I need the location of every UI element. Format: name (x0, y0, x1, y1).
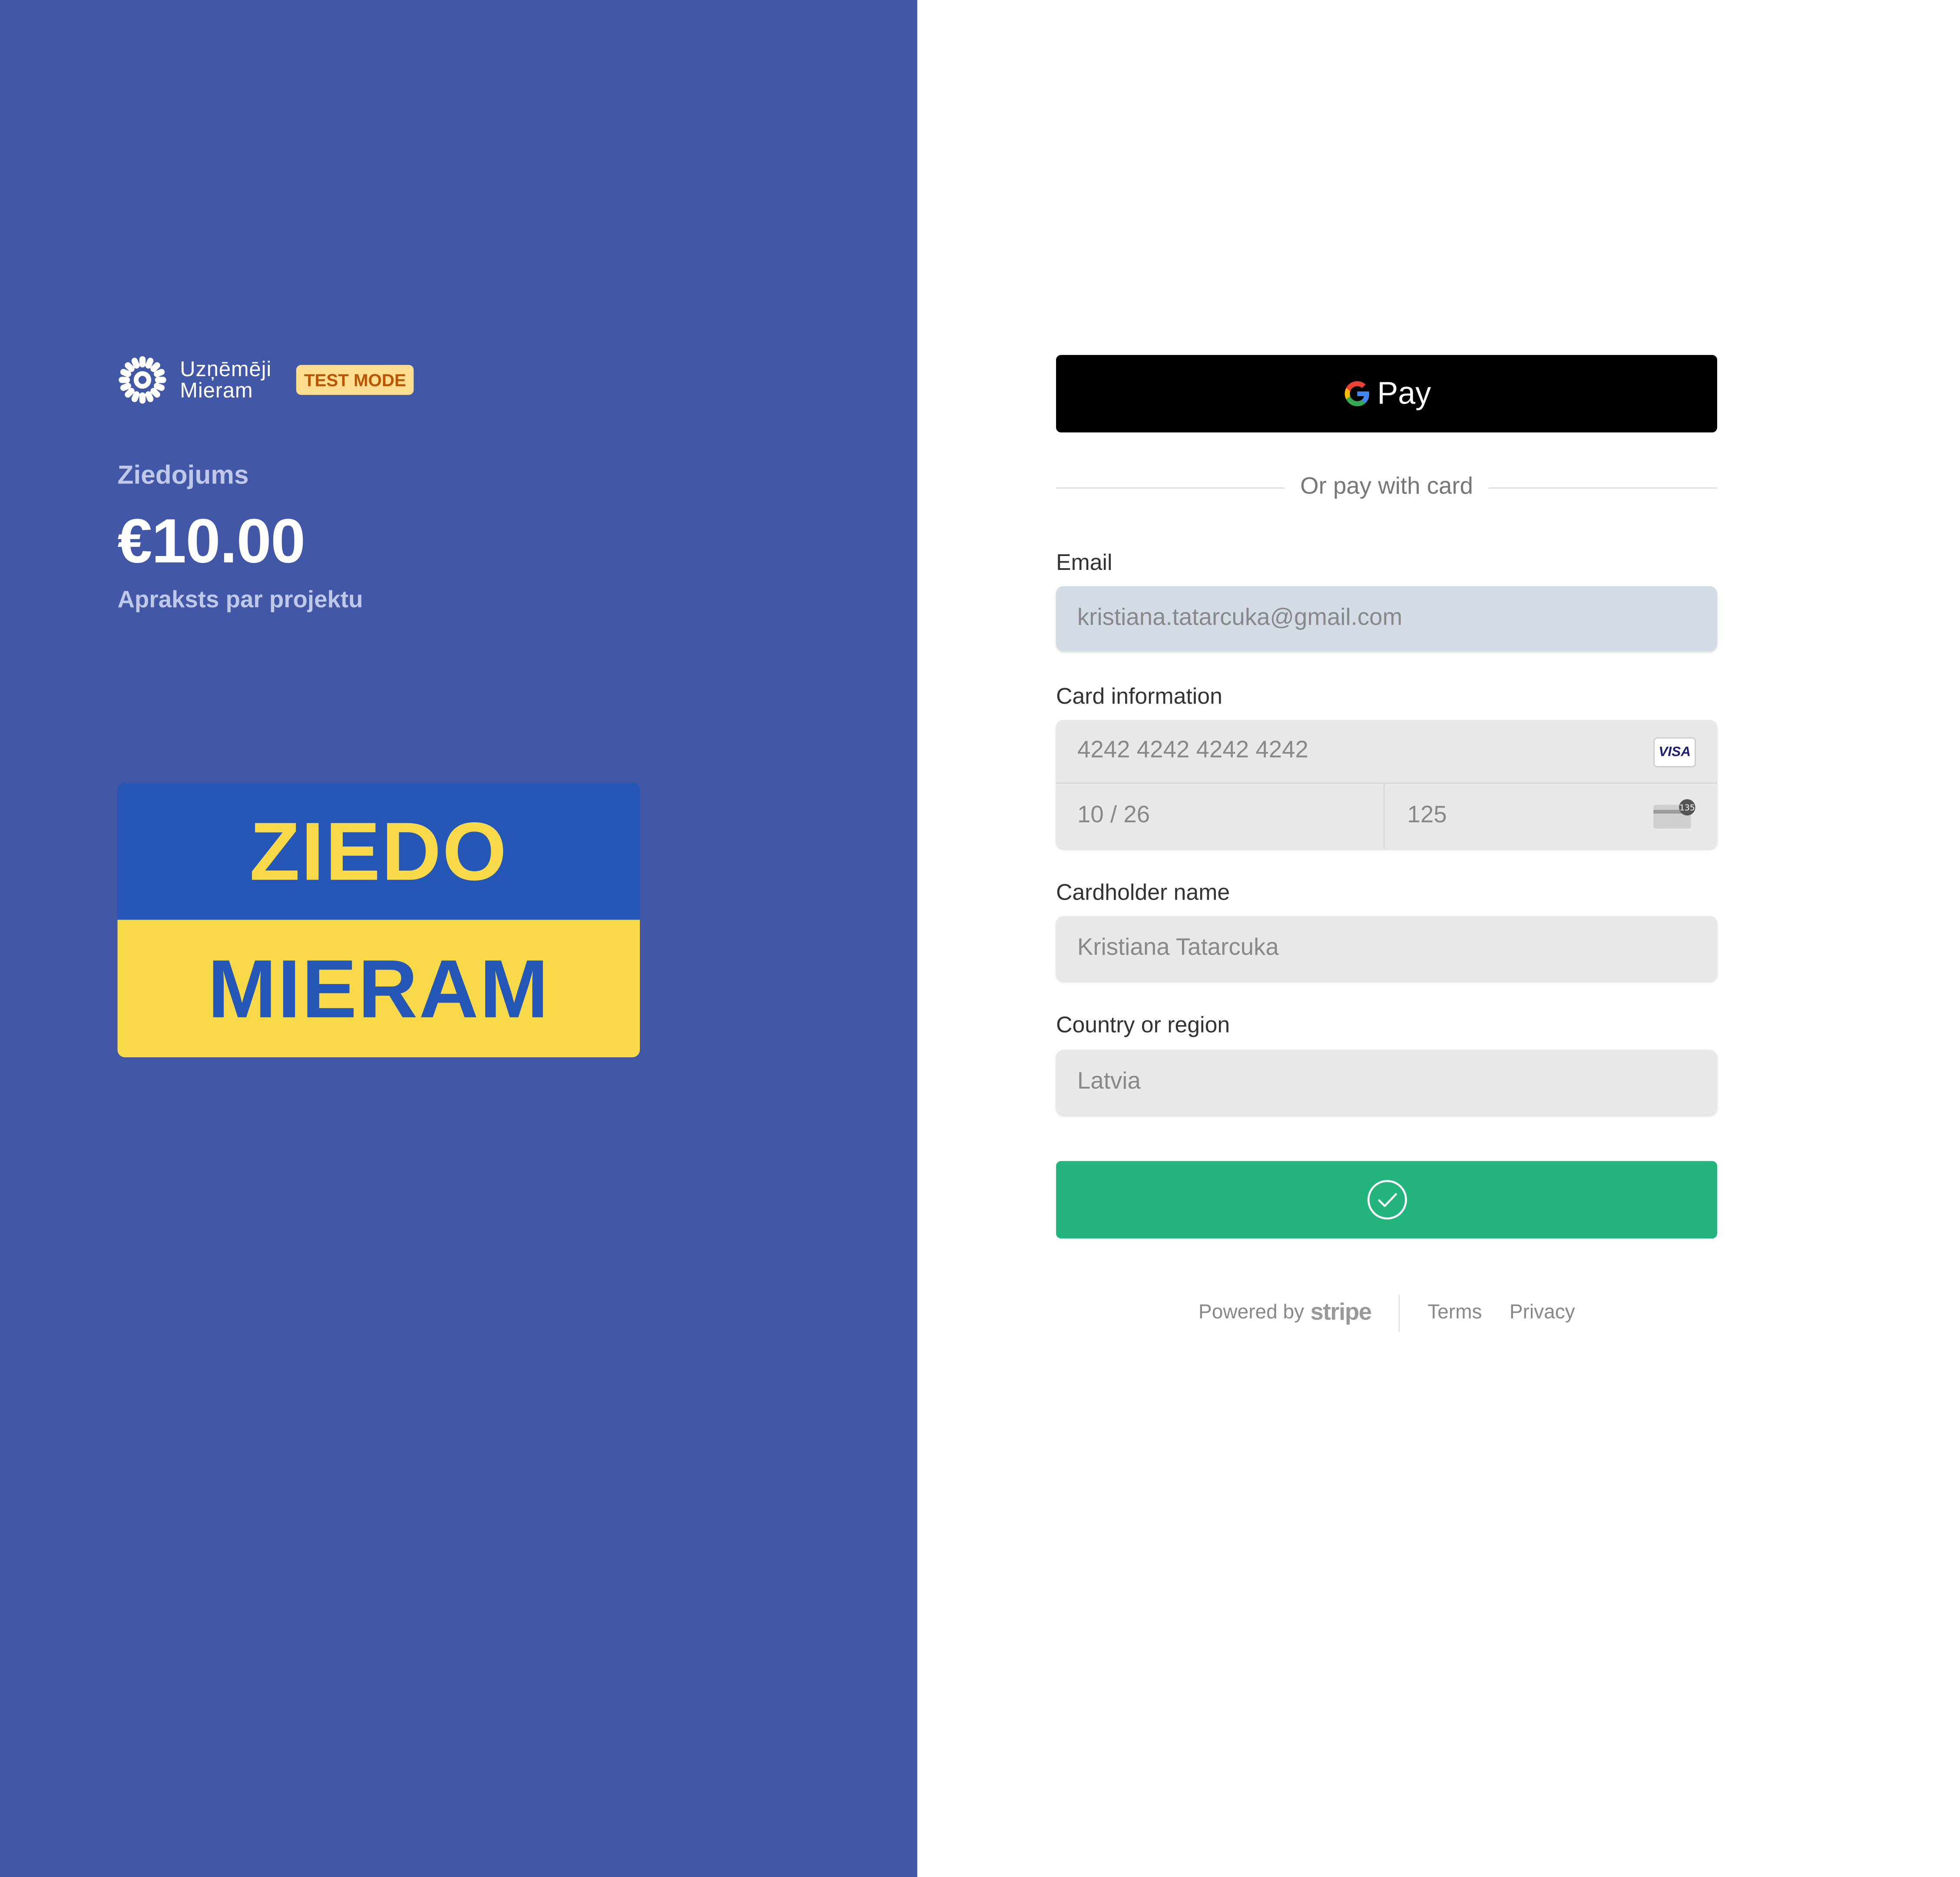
country-value: Latvia (1077, 1068, 1141, 1095)
product-image: ZIEDO MIERAM (117, 782, 640, 1057)
cardholder-name-field[interactable]: Kristiana Tatarcuka (1056, 916, 1717, 981)
card-information-label: Card information (1056, 683, 1222, 709)
cvc-icon-text: 135 (1679, 803, 1695, 812)
sun-flower-logo-icon (119, 356, 166, 404)
pay-with-card-divider: Or pay with card (1056, 473, 1718, 503)
google-pay-label: Pay (1377, 375, 1431, 411)
divider-line-right (1488, 487, 1718, 488)
terms-link[interactable]: Terms (1427, 1302, 1482, 1325)
visa-icon: VISA (1653, 737, 1696, 768)
product-price: €10.00 (117, 506, 305, 576)
cvc-card-icon: 135 (1653, 799, 1695, 829)
google-pay-button[interactable]: Pay (1056, 355, 1717, 433)
privacy-link[interactable]: Privacy (1510, 1302, 1575, 1325)
merchant-header: Uzņēmēji Mieram TEST MODE (117, 355, 414, 405)
card-number-field[interactable]: 4242 4242 4242 4242 VISA (1056, 720, 1717, 784)
divider-text: Or pay with card (1300, 473, 1473, 500)
google-g-icon (1344, 381, 1369, 407)
merchant-name-line1: Uzņēmēji (180, 357, 272, 381)
email-field[interactable]: kristiana.tatarcuka@gmail.com (1056, 586, 1717, 651)
card-cvc-value: 125 (1407, 802, 1447, 829)
cardholder-name-value: Kristiana Tatarcuka (1077, 934, 1279, 961)
card-cvc-field[interactable]: 125 135 (1385, 784, 1717, 849)
test-mode-badge: TEST MODE (296, 365, 414, 395)
product-name: Ziedojums (117, 461, 249, 490)
merchant-name-line2: Mieram (180, 378, 253, 403)
product-description: Apraksts par projektu (117, 587, 363, 614)
checkout-page: Uzņēmēji Mieram TEST MODE Ziedojums €10.… (0, 0, 1960, 1877)
product-image-top-text: ZIEDO (117, 782, 640, 920)
checkmark-circle-icon (1367, 1180, 1407, 1220)
email-label: Email (1056, 550, 1112, 575)
product-image-bottom-text: MIERAM (117, 920, 640, 1057)
checkout-footer: Powered by stripe Terms Privacy (1199, 1294, 1602, 1332)
powered-by-text: Powered by (1199, 1302, 1304, 1324)
cardholder-name-label: Cardholder name (1056, 880, 1230, 905)
email-value: kristiana.tatarcuka@gmail.com (1077, 605, 1403, 631)
card-expiry-field[interactable]: 10 / 26 (1056, 783, 1385, 849)
country-select[interactable]: Latvia (1056, 1049, 1717, 1115)
stripe-logo[interactable]: stripe (1311, 1300, 1372, 1327)
card-number-value: 4242 4242 4242 4242 (1077, 737, 1308, 764)
order-summary-panel: Uzņēmēji Mieram TEST MODE Ziedojums €10.… (0, 0, 917, 1877)
merchant-name[interactable]: Uzņēmēji Mieram (180, 359, 271, 401)
country-label: Country or region (1056, 1012, 1230, 1037)
card-expiry-value: 10 / 26 (1077, 802, 1150, 829)
footer-divider (1399, 1294, 1400, 1332)
divider-line-left (1056, 487, 1285, 488)
pay-button[interactable] (1056, 1161, 1717, 1239)
card-information-group: 4242 4242 4242 4242 VISA 10 / 26 125 135 (1056, 720, 1717, 849)
